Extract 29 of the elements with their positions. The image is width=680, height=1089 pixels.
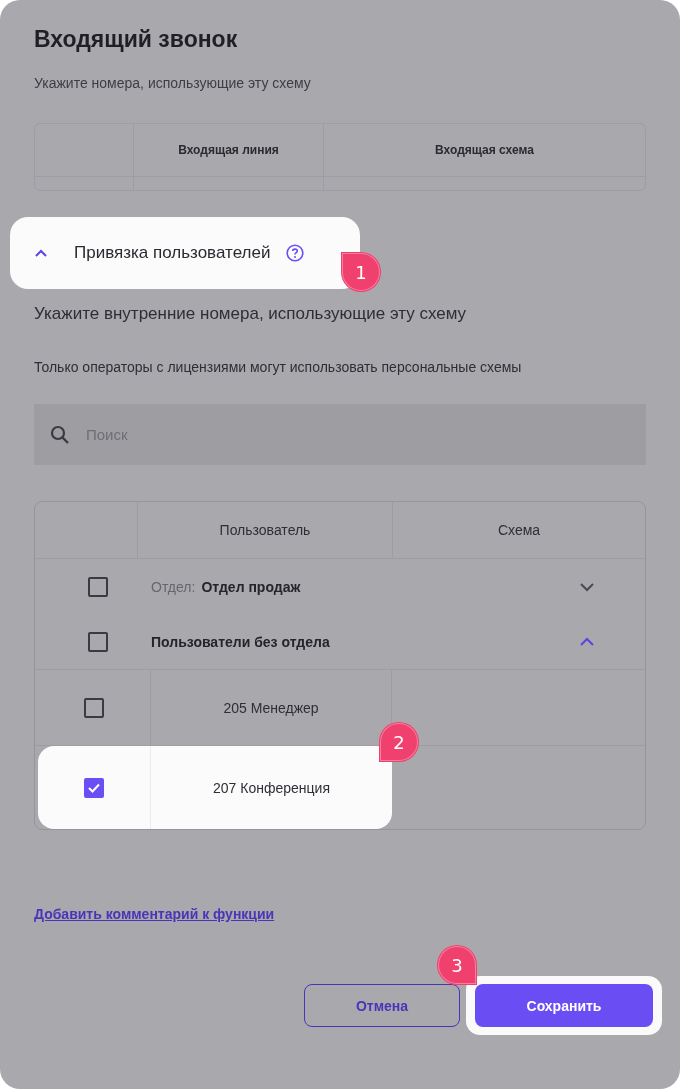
column-header: Пользователь [138, 502, 393, 558]
column-header: Входящая схема [434, 142, 535, 159]
user-name: 205 Менеджер [223, 699, 319, 716]
chevron-down-icon[interactable] [579, 581, 595, 592]
step-marker: 1 [342, 253, 380, 291]
license-note: Только операторы с лицензиями могут использовать персональные схемы [34, 358, 523, 377]
checkbox[interactable] [88, 631, 108, 652]
group-label: Отдел: [151, 578, 196, 595]
checkbox[interactable] [84, 697, 104, 718]
column-header: Входящая линия [134, 124, 324, 176]
section-title: Привязка пользователей [74, 243, 271, 263]
help-icon[interactable] [286, 244, 305, 262]
cancel-button[interactable]: Отмена [304, 984, 460, 1027]
user-name: 207 Конференция [213, 779, 330, 796]
search-icon [50, 424, 70, 445]
save-button[interactable]: Сохранить [475, 984, 653, 1027]
checkbox[interactable] [88, 576, 108, 597]
dialog-title: Входящий звонок [34, 25, 239, 54]
step-marker: 2 [380, 723, 418, 761]
step-marker: 3 [438, 946, 476, 984]
column-header: Схема [496, 521, 542, 540]
group-name: Отдел продаж [201, 578, 301, 595]
section-hint: Укажите номера, использующие эту схему [34, 74, 312, 93]
section-hint: Укажите внутренние номера, использующие эту схему [34, 303, 468, 325]
collapse-chevron-icon[interactable] [34, 248, 48, 258]
checkbox[interactable] [84, 777, 104, 798]
add-comment-link[interactable]: Добавить комментарий к функции [34, 906, 275, 922]
chevron-up-icon[interactable] [579, 636, 595, 647]
group-name: Пользователи без отдела [151, 633, 330, 650]
